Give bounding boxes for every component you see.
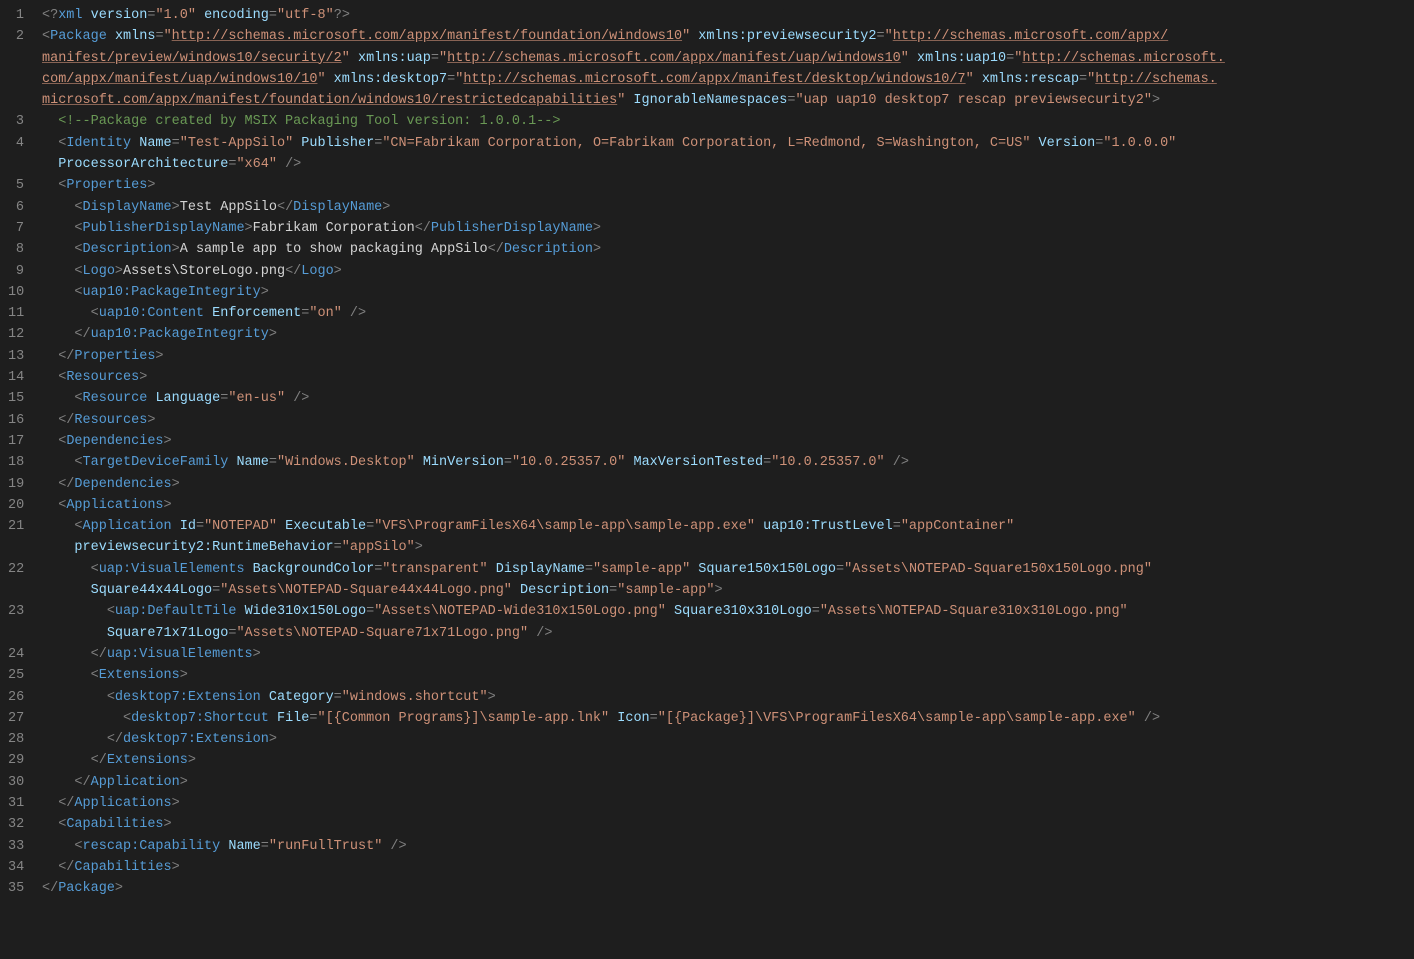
line-number: 27 [8, 708, 24, 729]
line-number: 15 [8, 388, 24, 409]
line-number: 1 [8, 5, 24, 26]
line-number: 4 [8, 133, 24, 154]
code-line[interactable]: </uap:VisualElements> [42, 644, 1414, 665]
line-number [8, 69, 24, 90]
code-line[interactable]: <uap:VisualElements BackgroundColor="tra… [42, 559, 1414, 580]
code-line[interactable]: <PublisherDisplayName>Fabrikam Corporati… [42, 218, 1414, 239]
code-editor[interactable]: <?xml version="1.0" encoding="utf-8"?><P… [42, 0, 1414, 904]
code-line[interactable]: </uap10:PackageIntegrity> [42, 324, 1414, 345]
line-number: 20 [8, 495, 24, 516]
line-number: 5 [8, 175, 24, 196]
line-number: 26 [8, 687, 24, 708]
code-line[interactable]: <Resources> [42, 367, 1414, 388]
code-line[interactable]: <uap10:Content Enforcement="on" /> [42, 303, 1414, 324]
code-line[interactable]: <Capabilities> [42, 814, 1414, 835]
code-line[interactable]: <Extensions> [42, 665, 1414, 686]
code-line[interactable]: <Application Id="NOTEPAD" Executable="VF… [42, 516, 1414, 537]
code-line[interactable]: Square71x71Logo="Assets\NOTEPAD-Square71… [42, 623, 1414, 644]
code-line[interactable]: <Logo>Assets\StoreLogo.png</Logo> [42, 261, 1414, 282]
code-line[interactable]: </Extensions> [42, 750, 1414, 771]
code-line[interactable]: <uap:DefaultTile Wide310x150Logo="Assets… [42, 601, 1414, 622]
line-number: 6 [8, 197, 24, 218]
line-number: 28 [8, 729, 24, 750]
line-number: 32 [8, 814, 24, 835]
line-number: 12 [8, 324, 24, 345]
code-line[interactable]: <Dependencies> [42, 431, 1414, 452]
line-number: 21 [8, 516, 24, 537]
line-number [8, 537, 24, 558]
code-line[interactable]: <TargetDeviceFamily Name="Windows.Deskto… [42, 452, 1414, 473]
code-line[interactable]: <rescap:Capability Name="runFullTrust" /… [42, 836, 1414, 857]
line-number [8, 580, 24, 601]
code-line[interactable]: ProcessorArchitecture="x64" /> [42, 154, 1414, 175]
code-line[interactable]: </Package> [42, 878, 1414, 899]
line-number [8, 154, 24, 175]
line-number: 25 [8, 665, 24, 686]
code-line[interactable]: microsoft.com/appx/manifest/foundation/w… [42, 90, 1414, 111]
code-line[interactable]: <Identity Name="Test-AppSilo" Publisher=… [42, 133, 1414, 154]
code-line[interactable]: <Package xmlns="http://schemas.microsoft… [42, 26, 1414, 47]
line-number [8, 90, 24, 111]
line-number: 23 [8, 601, 24, 622]
line-number: 29 [8, 750, 24, 771]
code-line[interactable]: manifest/preview/windows10/security/2" x… [42, 48, 1414, 69]
code-line[interactable]: </Application> [42, 772, 1414, 793]
line-number: 33 [8, 836, 24, 857]
code-line[interactable]: </Applications> [42, 793, 1414, 814]
code-line[interactable]: <!--Package created by MSIX Packaging To… [42, 111, 1414, 132]
code-line[interactable]: <desktop7:Shortcut File="[{Common Progra… [42, 708, 1414, 729]
code-line[interactable]: <Properties> [42, 175, 1414, 196]
code-line[interactable]: </Dependencies> [42, 474, 1414, 495]
line-number [8, 48, 24, 69]
code-line[interactable]: <Applications> [42, 495, 1414, 516]
line-number: 3 [8, 111, 24, 132]
code-line[interactable]: <Description>A sample app to show packag… [42, 239, 1414, 260]
code-line[interactable]: <?xml version="1.0" encoding="utf-8"?> [42, 5, 1414, 26]
code-line[interactable]: previewsecurity2:RuntimeBehavior="appSil… [42, 537, 1414, 558]
code-line[interactable]: <DisplayName>Test AppSilo</DisplayName> [42, 197, 1414, 218]
line-number [8, 623, 24, 644]
code-line[interactable]: </desktop7:Extension> [42, 729, 1414, 750]
line-number: 17 [8, 431, 24, 452]
code-line[interactable]: </Capabilities> [42, 857, 1414, 878]
line-number: 2 [8, 26, 24, 47]
line-number: 7 [8, 218, 24, 239]
line-number: 13 [8, 346, 24, 367]
line-number: 18 [8, 452, 24, 473]
line-number: 8 [8, 239, 24, 260]
line-number: 10 [8, 282, 24, 303]
line-number-gutter: 1234567891011121314151617181920212223242… [0, 0, 42, 904]
code-line[interactable]: com/appx/manifest/uap/windows10/10" xmln… [42, 69, 1414, 90]
code-line[interactable]: <uap10:PackageIntegrity> [42, 282, 1414, 303]
code-line[interactable]: </Properties> [42, 346, 1414, 367]
line-number: 34 [8, 857, 24, 878]
line-number: 16 [8, 410, 24, 431]
line-number: 22 [8, 559, 24, 580]
code-line[interactable]: <Resource Language="en-us" /> [42, 388, 1414, 409]
line-number: 35 [8, 878, 24, 899]
line-number: 11 [8, 303, 24, 324]
line-number: 24 [8, 644, 24, 665]
code-line[interactable]: </Resources> [42, 410, 1414, 431]
line-number: 31 [8, 793, 24, 814]
line-number: 9 [8, 261, 24, 282]
code-line[interactable]: Square44x44Logo="Assets\NOTEPAD-Square44… [42, 580, 1414, 601]
line-number: 14 [8, 367, 24, 388]
code-line[interactable]: <desktop7:Extension Category="windows.sh… [42, 687, 1414, 708]
line-number: 30 [8, 772, 24, 793]
line-number: 19 [8, 474, 24, 495]
